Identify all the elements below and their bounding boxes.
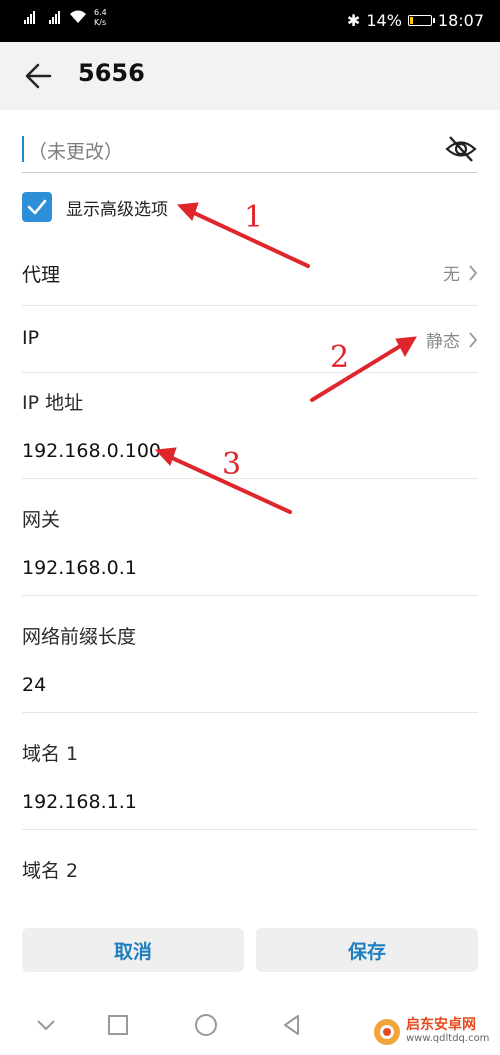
cancel-button[interactable]: 取消 bbox=[22, 928, 244, 972]
chevron-right-icon bbox=[469, 264, 478, 281]
ip-address-input[interactable]: 192.168.0.100 bbox=[22, 440, 161, 462]
dns2-label: 域名 2 bbox=[22, 860, 79, 882]
bluetooth-icon: ✱ bbox=[346, 11, 361, 30]
ip-settings-row[interactable]: IP 静态 bbox=[22, 327, 478, 357]
status-bar: 6.4 K/s ✱ 14% 18:07 bbox=[0, 0, 500, 42]
ip-settings-value: 静态 bbox=[426, 332, 460, 352]
back-arrow-icon bbox=[25, 63, 52, 89]
divider bbox=[22, 372, 478, 373]
text-cursor bbox=[22, 136, 24, 162]
cellular-signal-2-icon bbox=[44, 10, 62, 27]
annotation-number-2: 2 bbox=[330, 340, 350, 375]
triangle-back-icon bbox=[284, 1015, 299, 1035]
annotation-number-3: 3 bbox=[222, 447, 242, 482]
prefix-length-label: 网络前缀长度 bbox=[22, 626, 137, 648]
gateway-label: 网关 bbox=[22, 509, 61, 531]
clock: 18:07 bbox=[437, 11, 484, 30]
divider bbox=[22, 595, 478, 596]
chevron-down-icon bbox=[37, 1020, 55, 1031]
eye-off-icon bbox=[445, 136, 477, 162]
nav-back-button[interactable] bbox=[276, 1009, 308, 1041]
wifi-icon bbox=[68, 10, 88, 27]
watermark-url: www.qdltdq.com bbox=[406, 1033, 490, 1044]
advanced-options-row[interactable]: 显示高级选项 bbox=[22, 190, 168, 224]
advanced-options-checkbox[interactable] bbox=[22, 192, 52, 222]
save-button[interactable]: 保存 bbox=[256, 928, 478, 972]
ip-settings-label: IP bbox=[22, 327, 40, 349]
proxy-label: 代理 bbox=[22, 264, 61, 286]
divider bbox=[22, 478, 478, 479]
divider bbox=[22, 829, 478, 830]
prefix-length-input[interactable]: 24 bbox=[22, 674, 46, 696]
password-field[interactable]: （未更改） bbox=[22, 128, 477, 173]
cellular-signal-icon bbox=[14, 10, 38, 27]
nav-dropdown-button[interactable] bbox=[30, 1009, 62, 1041]
chevron-right-icon bbox=[469, 331, 478, 348]
advanced-options-label: 显示高级选项 bbox=[66, 199, 168, 220]
network-speed: 6.4 K/s bbox=[94, 8, 107, 27]
page-title: 5656 bbox=[78, 59, 145, 87]
battery-percent: 14% bbox=[366, 11, 402, 30]
proxy-value: 无 bbox=[443, 265, 460, 285]
ip-address-label: IP 地址 bbox=[22, 392, 84, 414]
app-bar: 5656 bbox=[0, 42, 500, 110]
square-icon bbox=[108, 1015, 128, 1035]
check-icon bbox=[27, 199, 47, 215]
nav-home-button[interactable] bbox=[190, 1009, 222, 1041]
watermark-name: 启东安卓网 bbox=[406, 1017, 476, 1033]
toggle-password-visibility-button[interactable] bbox=[445, 134, 477, 164]
dns1-label: 域名 1 bbox=[22, 743, 79, 765]
gateway-input[interactable]: 192.168.0.1 bbox=[22, 557, 137, 579]
proxy-row[interactable]: 代理 无 bbox=[22, 260, 478, 290]
nav-recents-button[interactable] bbox=[102, 1009, 134, 1041]
circle-icon bbox=[195, 1014, 217, 1036]
divider bbox=[22, 712, 478, 713]
watermark: 启东安卓网 www.qdltdq.com bbox=[372, 1017, 489, 1047]
back-button[interactable] bbox=[20, 56, 60, 96]
battery-icon bbox=[407, 15, 435, 26]
password-placeholder: （未更改） bbox=[28, 141, 124, 163]
watermark-logo-icon bbox=[374, 1019, 400, 1045]
divider bbox=[22, 305, 478, 306]
dns1-input[interactable]: 192.168.1.1 bbox=[22, 791, 137, 813]
annotation-number-1: 1 bbox=[244, 200, 264, 235]
